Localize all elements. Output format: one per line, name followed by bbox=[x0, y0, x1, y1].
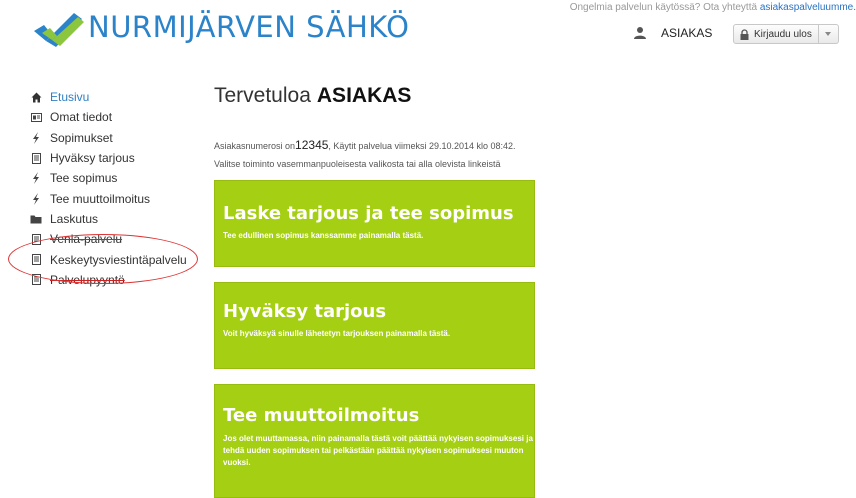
folder-icon bbox=[30, 213, 42, 225]
tile-hyvaksy-tarjous[interactable]: Hyväksy tarjous Voit hyväksyä sinulle lä… bbox=[214, 282, 535, 369]
sidebar-item-label: Hyväksy tarjous bbox=[50, 151, 135, 166]
logo-mark-icon bbox=[34, 13, 84, 47]
bolt-icon bbox=[30, 172, 42, 185]
tile-title: Laske tarjous ja tee sopimus bbox=[223, 203, 514, 224]
sidebar-item-laskutus[interactable]: Laskutus bbox=[30, 209, 187, 229]
customer-number-label: Asiakasnumerosi on bbox=[214, 141, 296, 151]
id-card-icon bbox=[30, 111, 42, 123]
bolt-icon bbox=[30, 192, 42, 205]
sidebar-item-tee-muuttoilmoitus[interactable]: Tee muuttoilmoitus bbox=[30, 188, 187, 208]
sidebar-item-label: Omat tiedot bbox=[50, 110, 113, 125]
user-menu-dropdown[interactable] bbox=[818, 24, 839, 44]
brand-name: NURMIJÄRVEN SÄHKÖ bbox=[88, 10, 410, 44]
instruction-text: Valitse toiminto vasemmanpuoleisesta val… bbox=[214, 159, 501, 169]
sidebar-item-omat-tiedot[interactable]: Omat tiedot bbox=[30, 107, 187, 127]
user-info: ASIAKAS bbox=[633, 26, 712, 40]
sidebar-item-label: Tee muuttoilmoitus bbox=[50, 191, 151, 206]
logout-label: Kirjaudu ulos bbox=[754, 28, 812, 40]
help-message: Ongelmia palvelun käytössä? Ota yhteyttä bbox=[569, 2, 760, 13]
customer-name: ASIAKAS bbox=[316, 84, 412, 107]
customer-number: 12345 bbox=[295, 138, 329, 152]
last-visit-text: , Käytit palvelua viimeksi 29.10.2014 kl… bbox=[328, 141, 516, 151]
highlight-ellipse bbox=[8, 234, 198, 284]
brand-logo[interactable]: NURMIJÄRVEN SÄHKÖ bbox=[30, 4, 410, 50]
tile-laske-tarjous[interactable]: Laske tarjous ja tee sopimus Tee edullin… bbox=[214, 180, 535, 267]
sidebar-item-tee-sopimus[interactable]: Tee sopimus bbox=[30, 168, 187, 188]
home-icon bbox=[30, 91, 42, 103]
page-title: Tervetuloa ASIAKAS bbox=[214, 84, 411, 108]
document-icon bbox=[30, 152, 42, 164]
sidebar-item-label: Etusivu bbox=[50, 90, 90, 105]
tile-description: Voit hyväksyä sinulle lähetetyn tarjouks… bbox=[223, 329, 451, 338]
customer-service-link[interactable]: asiakaspalveluumme. bbox=[760, 2, 856, 13]
tile-title: Hyväksy tarjous bbox=[223, 301, 387, 322]
tile-description: Tee edullinen sopimus kanssamme painamal… bbox=[223, 231, 424, 240]
sidebar-item-sopimukset[interactable]: Sopimukset bbox=[30, 128, 187, 148]
welcome-text: Tervetuloa bbox=[214, 84, 311, 107]
user-name: ASIAKAS bbox=[661, 26, 713, 40]
tile-title: Tee muuttoilmoitus bbox=[223, 405, 420, 426]
lock-icon bbox=[740, 28, 749, 40]
sidebar-item-label: Tee sopimus bbox=[50, 171, 118, 186]
user-icon bbox=[634, 27, 646, 39]
sidebar-item-hyvaksy-tarjous[interactable]: Hyväksy tarjous bbox=[30, 148, 187, 168]
help-text: Ongelmia palvelun käytössä? Ota yhteyttä… bbox=[570, 2, 856, 13]
chevron-down-icon bbox=[825, 32, 832, 36]
bolt-icon bbox=[30, 131, 42, 144]
sidebar-item-label: Sopimukset bbox=[50, 130, 113, 145]
tile-tee-muuttoilmoitus[interactable]: Tee muuttoilmoitus Jos olet muuttamassa,… bbox=[214, 384, 535, 498]
customer-info: Asiakasnumerosi on12345, Käytit palvelua… bbox=[214, 138, 516, 152]
tile-description: Jos olet muuttamassa, niin painamalla tä… bbox=[223, 434, 533, 467]
logout-button-group: Kirjaudu ulos bbox=[733, 24, 839, 44]
logout-button[interactable]: Kirjaudu ulos bbox=[733, 24, 819, 44]
sidebar-item-etusivu[interactable]: Etusivu bbox=[30, 87, 187, 107]
sidebar-item-label: Laskutus bbox=[50, 211, 99, 226]
